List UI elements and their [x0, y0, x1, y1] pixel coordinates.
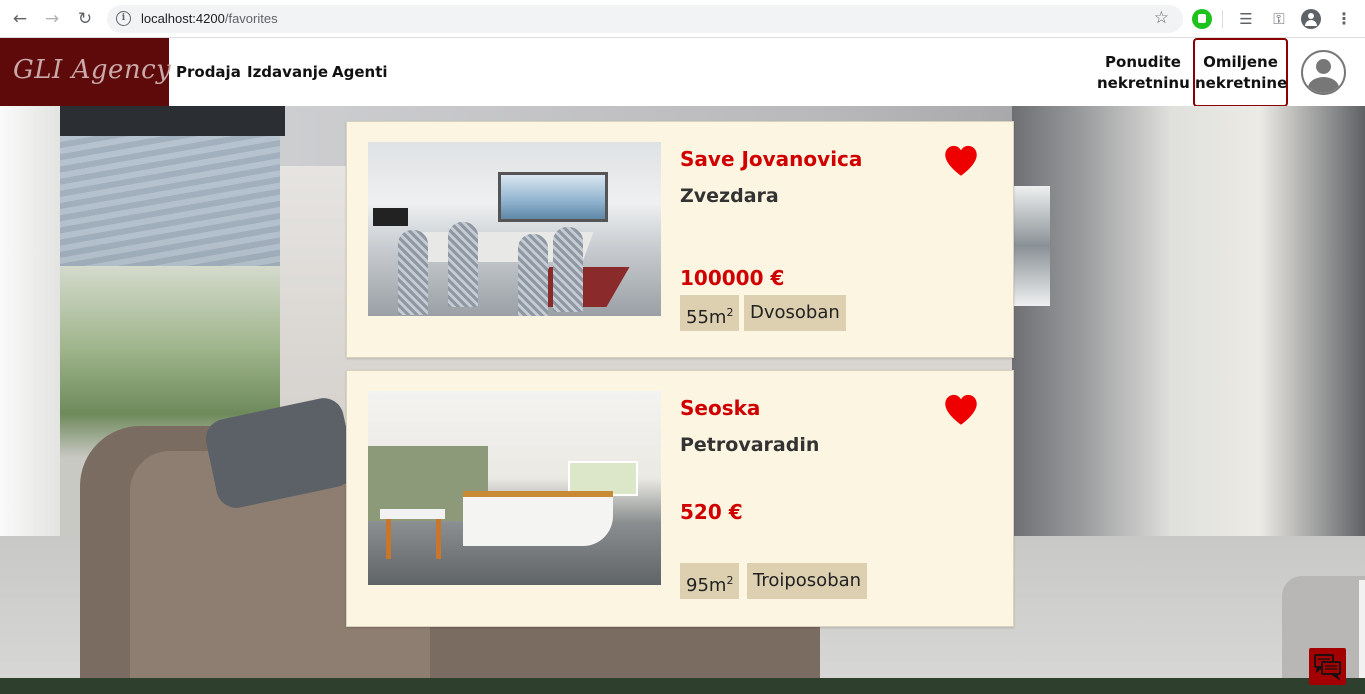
area-badge: 55m2 — [680, 295, 740, 331]
listing-price: 520 € — [680, 500, 743, 524]
listing-card[interactable]: Seoska Petrovaradin 520 € 95m2 Troiposob… — [346, 370, 1014, 627]
favorites-link-line2: nekretnine — [1195, 74, 1288, 92]
rooms-badge: Troiposoban — [747, 563, 868, 599]
heart-icon[interactable] — [943, 141, 979, 181]
listing-title[interactable]: Seoska — [680, 396, 760, 420]
browser-toolbar: ← → ↻ i localhost:4200/favorites ☆ ☰ ⚿ ⋮ — [0, 0, 1365, 38]
nav-link-izdavanje[interactable]: Izdavanje — [247, 63, 328, 81]
address-bar[interactable]: i localhost:4200/favorites ☆ — [107, 5, 1183, 33]
heart-icon[interactable] — [943, 390, 979, 430]
key-icon[interactable]: ⚿ — [1269, 9, 1289, 29]
site-navbar: GLI Agency Prodaja Izdavanje Agenti Ponu… — [0, 38, 1365, 107]
chat-icon[interactable] — [1309, 648, 1346, 685]
rooms-badge: Dvosoban — [744, 295, 846, 331]
info-icon[interactable]: i — [116, 11, 131, 26]
listing-location: Petrovaradin — [680, 434, 820, 456]
back-arrow-icon[interactable]: ← — [9, 8, 31, 30]
toolbar-divider — [1222, 10, 1223, 28]
forward-arrow-icon[interactable]: → — [41, 8, 63, 30]
footer-bar — [0, 678, 1365, 694]
area-badge: 95m2 — [680, 563, 740, 599]
user-avatar-icon[interactable] — [1301, 50, 1346, 95]
profile-icon[interactable] — [1301, 9, 1321, 29]
url-text[interactable]: localhost:4200/favorites — [141, 11, 278, 26]
offer-link-line1: Ponudite — [1105, 53, 1181, 71]
reload-icon[interactable]: ↻ — [74, 8, 96, 30]
bookmark-star-icon[interactable]: ☆ — [1154, 8, 1169, 28]
offer-link-line2: nekretninu — [1097, 74, 1190, 92]
nav-link-prodaja[interactable]: Prodaja — [176, 63, 241, 81]
logo[interactable]: GLI Agency — [0, 38, 171, 106]
favorites-link-line1: Omiljene — [1203, 53, 1278, 71]
offer-property-link[interactable]: Ponudite nekretninu — [1097, 52, 1190, 94]
listing-location: Zvezdara — [680, 185, 779, 207]
kebab-menu-icon[interactable]: ⋮ — [1334, 9, 1354, 29]
listing-price: 100000 € — [680, 266, 785, 290]
nav-link-agenti[interactable]: Agenti — [332, 63, 388, 81]
scrollbar[interactable] — [1359, 580, 1365, 678]
extension-icon[interactable] — [1192, 9, 1212, 29]
listing-photo[interactable] — [368, 142, 661, 316]
favorites-link[interactable]: Omiljene nekretnine — [1193, 38, 1288, 107]
listing-photo[interactable] — [368, 391, 661, 585]
media-queue-icon[interactable]: ☰ — [1236, 9, 1256, 29]
listing-title[interactable]: Save Jovanovica — [680, 147, 862, 171]
listing-card[interactable]: Save Jovanovica Zvezdara 100000 € 55m2 D… — [346, 121, 1014, 358]
